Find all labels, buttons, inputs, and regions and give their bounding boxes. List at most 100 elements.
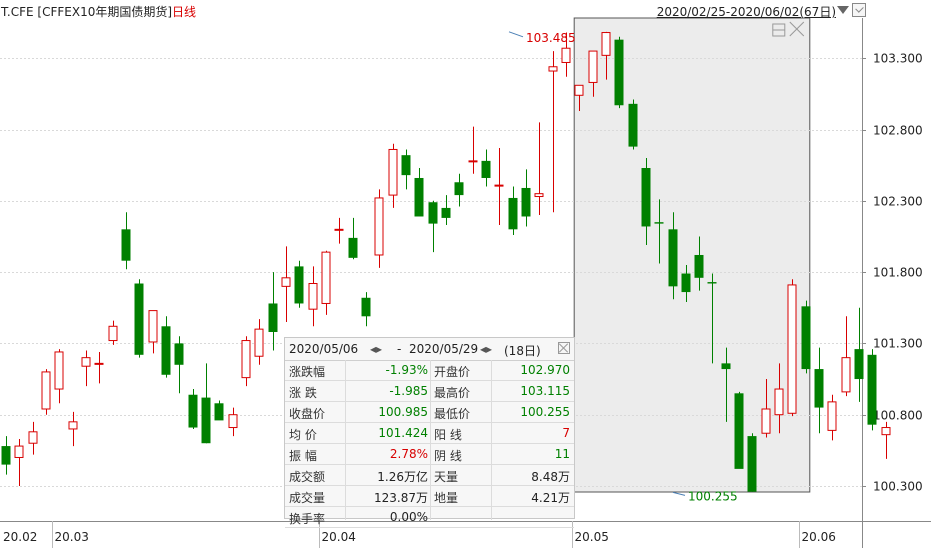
chart-title-bar: T.CFE [CFFEX10年期国债期货] 日线 2020/02/25-2020… <box>0 0 931 20</box>
candle-body <box>668 229 678 287</box>
candle-body <box>508 197 518 230</box>
dropdown-triangle-icon[interactable] <box>837 6 849 14</box>
candle-body <box>881 427 891 436</box>
candle-body <box>521 187 531 217</box>
stat-label: 涨 跌 <box>289 386 317 400</box>
stats-row: 涨跌幅 -1.93% 开盘价 102.970 <box>285 360 574 381</box>
candle-body <box>654 222 664 224</box>
stat-label: 均 价 <box>289 428 317 442</box>
candle-body <box>814 369 824 408</box>
candle-body <box>414 177 424 217</box>
candle-body <box>494 184 504 187</box>
interval-end-date: 2020/05/29 <box>409 342 479 356</box>
candle-body <box>441 207 451 218</box>
stat-label: 最高价 <box>434 386 471 400</box>
candle-body <box>281 277 291 287</box>
candle-body <box>641 168 651 227</box>
stat-value: 8.48万 <box>531 470 570 484</box>
stats-row: 收盘价 100.985 最低价 100.255 <box>285 402 574 423</box>
instrument-name: T.CFE [CFFEX10年期国债期货] <box>1 5 173 19</box>
x-tick-label: 20.03 <box>55 530 89 544</box>
candle-body <box>348 237 358 258</box>
candle-body <box>201 397 211 444</box>
interval-stats-panel: 2020/05/06 ◂▸ - 2020/05/29 ◂▸ (18日) 涨跌幅 -… <box>284 337 575 528</box>
stat-value: -1.93% <box>385 363 428 377</box>
stat-label: 成交额 <box>289 470 326 484</box>
candle-body <box>867 354 877 425</box>
low-pointer <box>672 491 686 496</box>
candle-body <box>308 283 318 310</box>
stat-value: 102.970 <box>520 363 570 377</box>
y-tick-label: 100.300 <box>873 480 923 494</box>
candle-body <box>601 32 611 56</box>
candle-body <box>481 160 491 178</box>
stat-label: 最低价 <box>434 407 471 421</box>
x-tick-label: 20.02 <box>3 530 37 544</box>
candle-body <box>801 306 811 370</box>
candle-body <box>241 340 251 379</box>
stat-label: 成交量 <box>289 491 326 505</box>
stats-row: 成交量 123.87万 地量 4.21万 <box>285 486 574 507</box>
candle-body <box>827 401 837 431</box>
stat-label: 阴 线 <box>434 449 462 463</box>
stats-row: 涨 跌 -1.985 最高价 103.115 <box>285 381 574 402</box>
stat-label: 地量 <box>434 491 459 505</box>
candle-body <box>214 403 224 421</box>
x-tick-label: 20.04 <box>322 530 356 544</box>
candle-body <box>534 193 544 198</box>
candle-body <box>268 303 278 332</box>
candle-body <box>761 408 771 434</box>
stat-value: 7 <box>562 426 570 440</box>
candle-body <box>174 343 184 365</box>
candle-body <box>148 310 158 343</box>
candle-body <box>41 371 51 410</box>
stat-value: -1.985 <box>389 384 428 398</box>
candle-body <box>694 254 704 278</box>
stat-value: 2.78% <box>389 447 428 461</box>
candle-body <box>588 50 598 83</box>
candle-body <box>561 47 571 63</box>
y-tick-label: 102.800 <box>873 124 923 138</box>
candle-body <box>721 363 731 370</box>
stats-row: 成交额 1.26万亿 天量 8.48万 <box>285 465 574 486</box>
candle-body <box>28 431 38 444</box>
candle-body <box>374 197 384 256</box>
candle-body <box>574 84 584 96</box>
close-icon[interactable] <box>558 342 570 354</box>
candle-body <box>228 414 238 429</box>
selection-region <box>573 17 811 493</box>
y-tick-label: 102.300 <box>873 195 923 209</box>
y-tick-label: 100.800 <box>873 409 923 423</box>
stat-value: 123.87万 <box>374 491 428 505</box>
candle-body <box>361 297 371 317</box>
candle-body <box>14 445 24 458</box>
candle-body <box>1 446 11 465</box>
x-tick-label: 20.06 <box>802 530 836 544</box>
candle-body <box>774 388 784 416</box>
candle-body <box>614 39 624 106</box>
stat-label: 涨跌幅 <box>289 365 326 379</box>
interval-stats-header: 2020/05/06 ◂▸ - 2020/05/29 ◂▸ (18日) <box>285 338 574 361</box>
date-range-link[interactable]: 2020/02/25-2020/06/02(67日) <box>657 3 836 20</box>
stat-value: 1.26万亿 <box>377 470 428 484</box>
y-tick-label: 101.800 <box>873 266 923 280</box>
end-arrows-icon[interactable]: ◂▸ <box>480 342 492 356</box>
stat-label: 换手率 <box>289 512 326 526</box>
candle-body <box>734 393 744 469</box>
high-pointer <box>508 31 524 38</box>
period-label[interactable]: 日线 <box>172 3 196 20</box>
candle-body <box>681 273 691 293</box>
start-arrows-icon[interactable]: ◂▸ <box>370 342 382 356</box>
y-tick-label: 101.300 <box>873 337 923 351</box>
settings-check-icon[interactable] <box>852 3 866 17</box>
candle-body <box>254 328 264 357</box>
candle-body <box>854 349 864 380</box>
stat-value: 4.21万 <box>531 491 570 505</box>
candle-body <box>707 282 717 284</box>
candle-body <box>81 357 91 367</box>
candle-body <box>321 251 331 304</box>
candle-body <box>294 266 304 304</box>
stat-label: 阳 线 <box>434 428 462 442</box>
candle-body <box>94 362 104 365</box>
stat-value: 101.424 <box>378 426 428 440</box>
